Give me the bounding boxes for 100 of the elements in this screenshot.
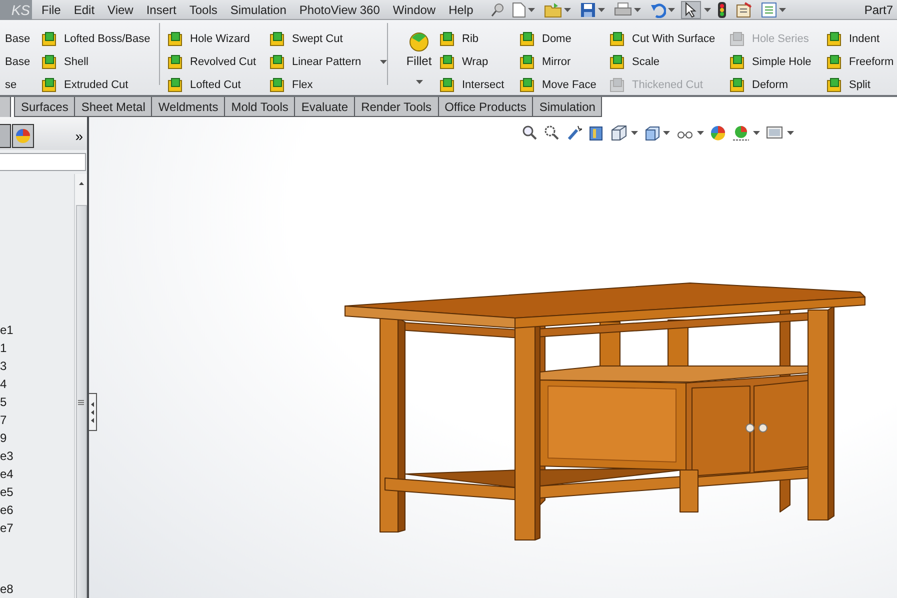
ribbon-tab[interactable]: Surfaces — [14, 97, 76, 117]
ribbon-button[interactable]: Fillet — [403, 27, 435, 85]
color-wheel-icon — [15, 128, 31, 144]
ribbon-button[interactable]: Lofted Boss/Base — [39, 27, 152, 50]
monitor-icon[interactable] — [766, 125, 784, 141]
ribbon-tab[interactable]: Sheet Metal — [75, 97, 152, 117]
caret-icon[interactable] — [598, 8, 605, 12]
menu-item[interactable]: PhotoView 360 — [292, 2, 386, 16]
ribbon-button[interactable]: Base — [5, 27, 32, 50]
block-icon — [41, 76, 57, 92]
ribbon-button[interactable]: Lofted Cut — [165, 73, 243, 95]
clipboard-icon[interactable] — [736, 2, 752, 18]
caret-icon[interactable] — [753, 131, 760, 135]
ribbon-button[interactable]: Base — [5, 50, 32, 73]
tree-item[interactable]: 4 — [0, 375, 74, 393]
block-icon — [167, 30, 183, 46]
tree-item[interactable]: 1 — [0, 339, 74, 357]
ribbon-button[interactable]: Wrap — [437, 50, 490, 73]
caret-icon[interactable] — [697, 131, 704, 135]
tree-item[interactable]: e1 — [0, 321, 74, 339]
save-icon[interactable] — [580, 2, 596, 18]
caret-icon[interactable] — [634, 8, 641, 12]
ribbon-tab[interactable]: Office Products — [438, 97, 534, 117]
scrollbar[interactable] — [74, 174, 87, 598]
magnifier-icon[interactable] — [522, 125, 538, 141]
filter-field[interactable] — [0, 153, 86, 171]
ribbon-button[interactable]: Freeform — [824, 50, 896, 73]
cube-icon[interactable] — [644, 125, 660, 141]
tree-item[interactable]: 7 — [0, 411, 74, 429]
block-icon — [41, 30, 57, 46]
menu-item[interactable]: Simulation — [224, 2, 293, 16]
ribbon-button[interactable]: Dome — [517, 27, 574, 50]
ribbon-button[interactable]: Move Face — [517, 73, 598, 95]
ribbon-button[interactable]: se — [5, 73, 19, 95]
folder-icon[interactable] — [544, 2, 562, 18]
tree-item[interactable]: e3 — [0, 447, 74, 465]
menu-item[interactable]: View — [101, 2, 140, 16]
ribbon-tab[interactable]: Mold Tools — [225, 97, 296, 117]
ribbon-button[interactable]: Revolved Cut — [165, 50, 258, 73]
caret-icon[interactable] — [704, 8, 711, 12]
overflow-button[interactable]: » — [75, 128, 83, 144]
menu-item[interactable]: Tools — [182, 2, 224, 16]
ball-icon[interactable] — [732, 125, 750, 141]
collapse-handle[interactable] — [89, 393, 97, 431]
ball-icon[interactable] — [710, 125, 726, 141]
caret-icon[interactable] — [380, 60, 388, 64]
document-icon[interactable] — [512, 2, 526, 18]
ribbon-tab[interactable]: Weldments — [152, 97, 226, 117]
caret-icon[interactable] — [778, 8, 786, 12]
caret-icon[interactable] — [787, 131, 794, 135]
ribbon-button[interactable]: Mirror — [517, 50, 573, 73]
ribbon-button[interactable]: Shell — [39, 50, 90, 73]
list-icon[interactable] — [760, 2, 777, 18]
caret-icon[interactable] — [631, 131, 638, 135]
tree-item[interactable]: e7 — [0, 519, 74, 537]
tree-item[interactable]: 3 — [0, 357, 74, 375]
magnifier-icon[interactable] — [544, 125, 560, 141]
ribbon-tab[interactable]: Render Tools — [355, 97, 439, 117]
ribbon-button[interactable]: Indent — [824, 27, 882, 50]
ribbon-button[interactable]: Flex — [267, 73, 315, 95]
panel-tab[interactable] — [0, 124, 11, 148]
ribbon-tab[interactable]: Simulation — [533, 97, 602, 117]
ribbon-tab[interactable] — [0, 97, 11, 117]
ribbon-button[interactable]: Hole Wizard — [165, 27, 252, 50]
cube-icon[interactable] — [610, 125, 628, 141]
printer-icon[interactable] — [614, 2, 632, 18]
up-arrow-icon[interactable] — [78, 182, 84, 185]
ribbon-button[interactable]: Deform — [727, 73, 790, 95]
ribbon-button[interactable]: Swept Cut — [267, 27, 345, 50]
book-icon[interactable] — [588, 125, 604, 141]
ribbon-button[interactable]: Rib — [437, 27, 481, 50]
tree-item[interactable]: e4 — [0, 465, 74, 483]
menu-item[interactable]: Help — [442, 2, 480, 16]
panel-tab[interactable] — [12, 124, 34, 148]
tree-item[interactable]: 9 — [0, 429, 74, 447]
menu-item[interactable]: Window — [386, 2, 442, 16]
ribbon-button[interactable]: Intersect — [437, 73, 506, 95]
ribbon-button[interactable]: Scale — [607, 50, 662, 73]
pointer-icon[interactable] — [684, 2, 697, 18]
caret-icon[interactable] — [528, 8, 535, 12]
caret-icon[interactable] — [663, 131, 670, 135]
ribbon-button[interactable]: Split — [824, 73, 872, 95]
menu-item[interactable]: Insert — [140, 2, 183, 16]
undo-icon[interactable] — [650, 2, 666, 18]
tree-item[interactable]: 5 — [0, 393, 74, 411]
ribbon-button[interactable]: Linear Pattern — [267, 50, 390, 73]
ribbon-tab[interactable]: Evaluate — [295, 97, 356, 117]
ribbon-button[interactable]: Simple Hole — [727, 50, 814, 73]
ribbon-button[interactable]: Extruded Cut — [39, 73, 130, 95]
wand-icon[interactable] — [566, 125, 582, 141]
tree-item[interactable]: e5 — [0, 483, 74, 501]
block-icon — [41, 54, 57, 70]
traffic-light-icon[interactable] — [716, 2, 727, 18]
menu-item[interactable]: File — [35, 2, 68, 16]
menu-item[interactable]: Edit — [67, 2, 102, 16]
tree-item[interactable]: e8 — [0, 580, 74, 598]
tree-item[interactable]: e6 — [0, 501, 74, 519]
ribbon-button[interactable]: Cut With Surface — [607, 27, 718, 50]
caret-icon[interactable] — [564, 8, 571, 12]
caret-icon[interactable] — [668, 8, 675, 12]
